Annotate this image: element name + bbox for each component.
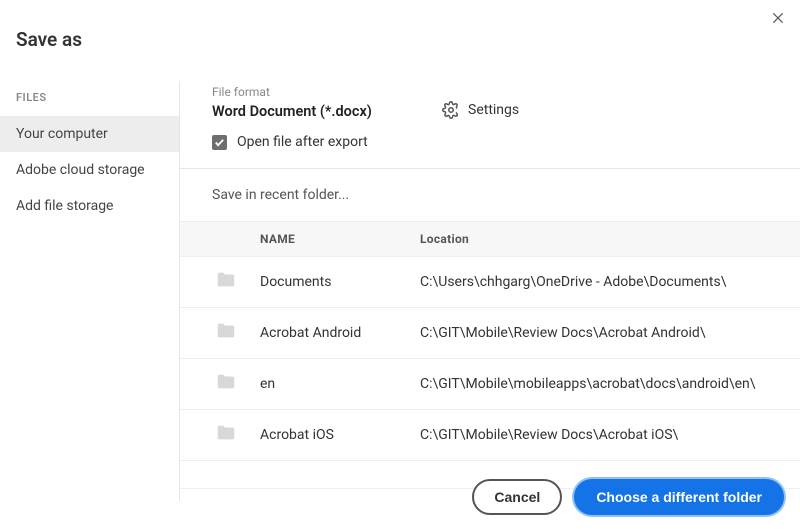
folder-icon [212, 320, 240, 342]
column-name: NAME [260, 232, 420, 246]
sidebar-item-label: Your computer [16, 126, 108, 142]
recent-folder-label: Save in recent folder... [180, 169, 800, 221]
folder-icon [212, 422, 240, 444]
file-format-value: Word Document (*.docx) [212, 103, 442, 120]
footer: Cancel Choose a different folder [472, 479, 784, 515]
folder-icon [212, 269, 240, 291]
choose-folder-button[interactable]: Choose a different folder [574, 479, 784, 515]
settings-label: Settings [468, 102, 519, 118]
sidebar-heading: FILES [0, 85, 179, 116]
sidebar-item-label: Add file storage [16, 198, 113, 214]
column-location: Location [420, 232, 800, 246]
sidebar-item-label: Adobe cloud storage [16, 162, 145, 178]
sidebar-item-add-storage[interactable]: Add file storage [0, 188, 179, 224]
file-format-label: File format [212, 85, 442, 99]
close-icon [771, 11, 785, 25]
row-location: C:\GIT\Mobile\Review Docs\Acrobat iOS\ [420, 427, 800, 443]
row-name: Acrobat iOS [260, 427, 420, 443]
close-button[interactable] [768, 8, 788, 28]
row-name: Documents [260, 274, 420, 290]
check-icon [214, 137, 225, 148]
file-format-block[interactable]: File format Word Document (*.docx) [212, 85, 442, 120]
gear-icon [442, 101, 460, 119]
sidebar-item-your-computer[interactable]: Your computer [0, 116, 179, 152]
open-after-label: Open file after export [237, 134, 368, 150]
row-location: C:\GIT\Mobile\Review Docs\Acrobat Androi… [420, 325, 800, 341]
table-header: NAME Location [180, 221, 800, 257]
row-location: C:\Users\chhgarg\OneDrive - Adobe\Docume… [420, 274, 800, 290]
open-after-checkbox[interactable] [212, 135, 227, 150]
table-row[interactable]: Acrobat Android C:\GIT\Mobile\Review Doc… [180, 308, 800, 359]
settings-button[interactable]: Settings [442, 101, 519, 119]
table-row[interactable]: en C:\GIT\Mobile\mobileapps\acrobat\docs… [180, 359, 800, 410]
table-row[interactable]: Documents C:\Users\chhgarg\OneDrive - Ad… [180, 257, 800, 308]
row-name: en [260, 376, 420, 392]
table-row[interactable]: Acrobat iOS C:\GIT\Mobile\Review Docs\Ac… [180, 410, 800, 461]
content-pane: File format Word Document (*.docx) Setti… [180, 81, 800, 501]
cancel-button[interactable]: Cancel [472, 479, 562, 515]
folder-icon [212, 371, 240, 393]
row-name: Acrobat Android [260, 325, 420, 341]
row-location: C:\GIT\Mobile\mobileapps\acrobat\docs\an… [420, 376, 800, 392]
dialog-title: Save as [0, 0, 800, 51]
sidebar-item-cloud-storage[interactable]: Adobe cloud storage [0, 152, 179, 188]
sidebar: FILES Your computer Adobe cloud storage … [0, 81, 180, 501]
